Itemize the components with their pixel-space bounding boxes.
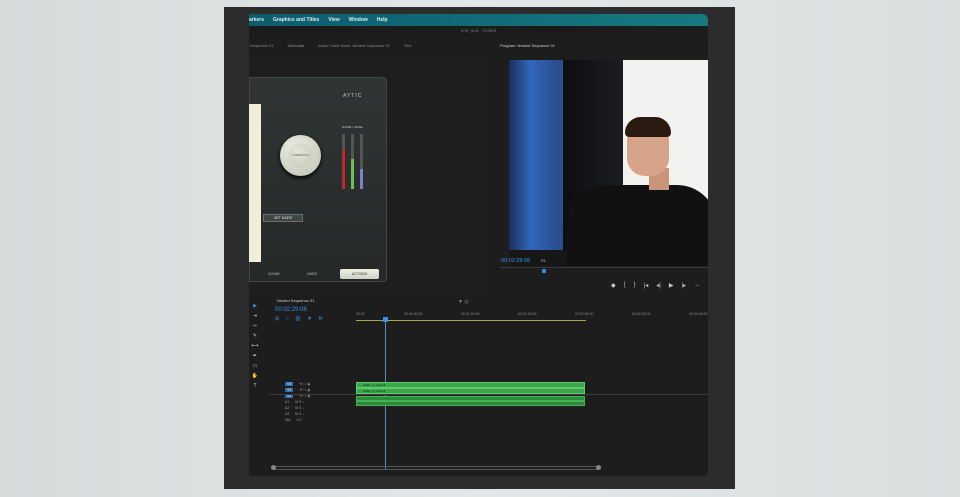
track-controls[interactable]: M S ♩ [295,400,306,404]
mark-out-button[interactable]: } [634,282,636,289]
linked-select-icon[interactable]: ⛓ [295,316,301,322]
wrench-icon[interactable]: ⚒ [318,316,322,322]
program-ruler[interactable] [500,267,708,275]
step-forward-button[interactable]: |▸ [681,282,686,289]
menu-help[interactable]: Help [377,17,388,23]
menu-view[interactable]: View [328,17,339,23]
snap-icon[interactable]: ∩ [285,316,289,322]
timeline-timecode[interactable]: 00:02:29:08 [275,307,307,313]
tab-text[interactable]: Text [404,43,411,51]
program-video [509,60,708,266]
tab-audio-mixer[interactable]: Audio Track Mixer: Nested Sequence 01 [318,43,390,51]
plugin-side-strip [249,104,261,262]
tab-metadata[interactable]: Metadata [288,43,305,51]
timeline-scrollbar[interactable] [271,465,601,470]
timeline-playhead[interactable] [385,320,386,470]
nest-icon[interactable]: ⊞ [275,316,279,322]
track-controls[interactable]: M S ♩ [295,406,306,410]
source-tabs: Sequence 01 Metadata Audio Track Mixer: … [250,43,425,51]
track-name[interactable]: A2 [285,406,289,410]
timeline-ruler[interactable]: 00:00 00:00:30:00 00:01:00:00 00:01:30:0… [356,310,708,320]
menu-bar: arkers Graphics and Titles View Window H… [249,14,708,26]
timeline-toolbar: ⊞ ∩ ⛓ ▼ ⚒ [275,316,329,322]
program-playhead[interactable] [542,269,546,273]
meter-purple[interactable] [360,134,363,189]
ruler-tick: 00:02:30:00 [632,312,651,316]
add-marker-icon[interactable]: ▼ [307,316,312,322]
go-to-out-button[interactable]: → [694,282,700,289]
clip-label: Audio_1_nest.v2 [363,383,386,387]
plugin-window [249,77,387,282]
slip-tool-icon[interactable]: ⟷ [250,343,260,353]
fit-dropdown[interactable]: Fit [541,258,545,263]
menu-window[interactable]: Window [349,17,368,23]
play-button[interactable]: ▶ [669,282,674,289]
plugin-logo: AYTIC [343,93,363,99]
menu-markers[interactable]: arkers [249,17,264,23]
track-select-icon[interactable]: ⇥ [250,313,260,323]
selection-tool-icon[interactable]: ▶ [250,303,260,313]
track-name[interactable]: A3 [285,412,289,416]
track-name[interactable]: V3 [285,382,294,386]
undo-button[interactable]: UNDO [307,272,317,276]
get-more-button[interactable]: GET MORE [263,214,303,222]
track-header[interactable]: Mix 0.0 [285,417,355,423]
clip-label: Audio_1_nest.v2 [363,389,386,393]
program-monitor-title[interactable]: Program: Nested Sequence 01 [500,43,555,48]
menu-graphics[interactable]: Graphics and Titles [273,17,319,23]
video-audio-divider[interactable] [269,394,708,395]
work-area-bar[interactable] [356,320,586,321]
strength-knob[interactable]: STRENGTH [280,135,321,176]
actions-button[interactable]: ACTIONS [340,269,379,279]
timeline-tab[interactable]: Nested Sequence 01 [277,298,314,303]
ruler-tick: 00:01:00:00 [461,312,480,316]
scroll-handle-right[interactable] [596,465,601,470]
razor-tool-icon[interactable]: ✎ [250,333,260,343]
go-to-in-button[interactable]: |◂ [644,282,649,289]
track-name[interactable]: V2 [285,388,294,392]
tab-sequence[interactable]: Sequence 01 [250,43,274,51]
type-tool-icon[interactable]: T [250,383,260,393]
track-controls[interactable]: ⟲ ☐ ◉ [299,382,310,386]
person-shirt [567,185,708,266]
track-headers: V3 ⟲ ☐ ◉ V2 ⟲ ☐ ◉ V1 ⟲ ☐ ◉ A1 M S ♩ A2 M S ♩ … [285,381,355,423]
premiere-window: arkers Graphics and Titles View Window H… [249,14,708,476]
audio-clip[interactable] [356,401,585,406]
clear-button[interactable]: CLEAR [268,272,280,276]
panel-filter-icons[interactable]: ▼ ◎ [458,299,469,305]
ripple-edit-icon[interactable]: ⇿ [250,323,260,333]
tools-panel: ▶ ⇥ ⇿ ✎ ⟷ ✒ ▭ ✋ T [250,303,260,393]
meter-label: NOISE / LEVEL [342,125,364,129]
blue-wall [509,60,563,266]
track-name[interactable]: A1 [285,400,289,404]
track-controls[interactable]: 0.0 [296,418,301,422]
track-controls[interactable]: ⟲ ☐ ◉ [299,388,310,392]
step-back-button[interactable]: ◂| [656,282,661,289]
mark-in-button[interactable]: { [624,282,626,289]
track-controls[interactable]: M S ♩ [295,412,306,416]
rectangle-tool-icon[interactable]: ▭ [250,363,260,373]
meter-green [351,134,354,189]
ruler-tick: 00:01:30:00 [518,312,537,316]
pen-tool-icon[interactable]: ✒ [250,353,260,363]
ruler-tick: 00:00 [356,312,365,316]
window-title: test_autc - Edited [249,26,708,36]
track-name[interactable]: Mix [285,418,290,422]
knob-label: STRENGTH [288,143,313,168]
hand-tool-icon[interactable]: ✋ [250,373,260,383]
ruler-tick: 00:03:00:00 [689,312,708,316]
add-marker-button[interactable]: ◆ [611,282,616,289]
program-timecode[interactable]: 00:02:29:08 [501,258,530,264]
person-hair [625,117,671,137]
ruler-tick: 00:02:00:00 [575,312,594,316]
meter-red [342,134,345,189]
transport-controls: ◆ { } |◂ ◂| ▶ |▸ → [611,282,708,289]
scroll-handle-left[interactable] [271,465,276,470]
ruler-tick: 00:00:30:00 [404,312,423,316]
